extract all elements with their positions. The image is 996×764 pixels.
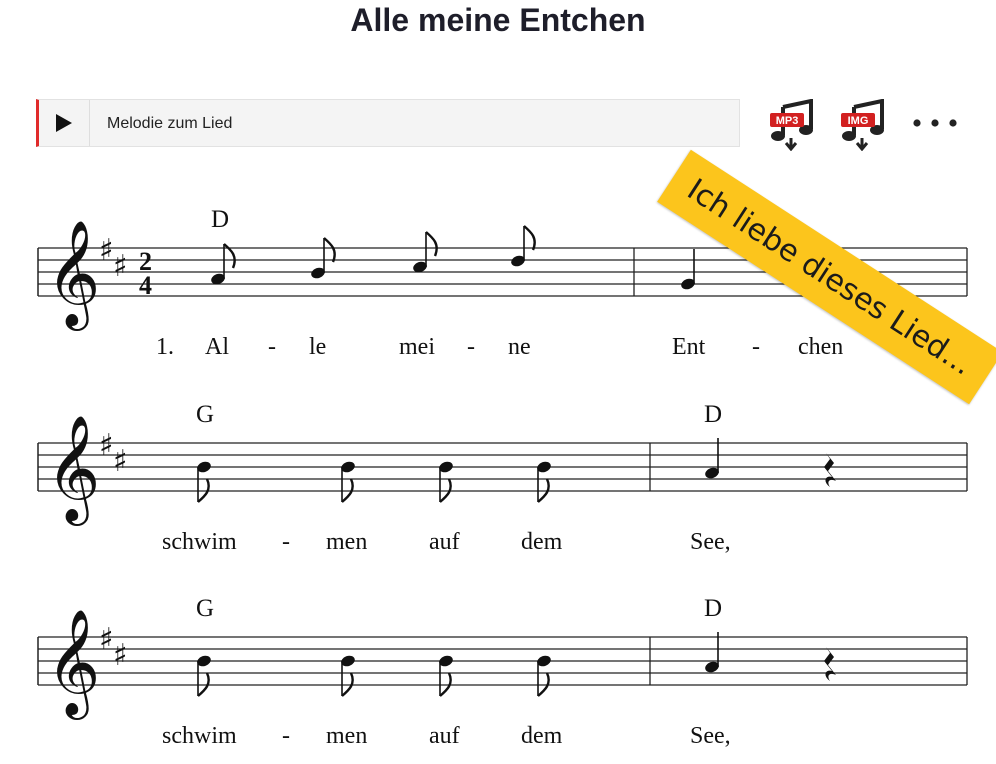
lyric-syllable: le: [309, 334, 326, 360]
lyric-syllable: 1.: [156, 334, 174, 360]
note: [705, 438, 719, 479]
lyric-syllable: ne: [508, 334, 531, 360]
mp3-download-button[interactable]: MP3: [769, 98, 815, 152]
lyric-syllable: dem: [521, 723, 563, 749]
lyric-syllable: men: [326, 723, 367, 749]
lyric-hyphen: -: [282, 723, 290, 749]
lyric-syllable: mei: [399, 334, 435, 360]
svg-text:♯: ♯: [99, 428, 114, 463]
music-note-download-icon: IMG: [841, 98, 884, 152]
more-dots-icon: [913, 119, 957, 127]
player-label: Melodie zum Lied: [107, 115, 233, 132]
lyric-syllable: men: [326, 529, 367, 555]
page-title: Alle meine Entchen: [350, 2, 646, 38]
chord-symbol: D: [704, 595, 722, 622]
staff-system-2: 𝄞 ♯ ♯ G D schwim - men auf dem See,: [37, 401, 968, 555]
quarter-rest: [824, 647, 836, 681]
note: [341, 655, 355, 697]
svg-text:♯: ♯: [113, 249, 128, 284]
lyric-syllable: Al: [205, 334, 229, 360]
note: [439, 461, 453, 503]
lyric-syllable: schwim: [162, 529, 237, 555]
lyric-hyphen: -: [268, 334, 276, 360]
lyric-syllable: See,: [690, 723, 731, 749]
staff-system-3: 𝄞 ♯ ♯ G D schwim - men auf dem See,: [37, 595, 968, 749]
lyric-syllable: auf: [429, 723, 460, 749]
lyric-syllable: auf: [429, 529, 460, 555]
note: [413, 231, 438, 273]
treble-clef: 𝄞: [46, 414, 100, 526]
svg-text:♯: ♯: [99, 622, 114, 657]
img-badge: IMG: [848, 115, 869, 127]
key-signature: ♯ ♯: [99, 428, 128, 479]
key-signature: ♯ ♯: [99, 622, 128, 673]
music-note-download-icon: MP3: [770, 98, 813, 152]
svg-text:♯: ♯: [99, 233, 114, 268]
note: [197, 461, 211, 503]
lyric-syllable: chen: [798, 334, 843, 360]
lyric-hyphen: -: [467, 334, 475, 360]
key-signature: ♯ ♯: [99, 233, 128, 284]
note: [197, 655, 211, 697]
quarter-rest: [824, 453, 836, 487]
lyric-syllable: Ent: [672, 334, 706, 360]
lyric-syllable: dem: [521, 529, 563, 555]
note: [341, 461, 355, 503]
note: [537, 461, 551, 503]
treble-clef: 𝄞: [46, 219, 100, 331]
svg-text:♯: ♯: [113, 444, 128, 479]
img-download-button[interactable]: IMG: [840, 98, 886, 152]
lyric-syllable: schwim: [162, 723, 237, 749]
note: [511, 225, 536, 267]
chord-symbol: G: [196, 401, 214, 428]
chord-symbol: D: [211, 206, 229, 233]
chord-symbol: D: [704, 401, 722, 428]
note: [311, 237, 336, 279]
play-button[interactable]: [39, 100, 90, 146]
chord-symbol: G: [196, 595, 214, 622]
audio-player: Melodie zum Lied: [36, 99, 740, 147]
more-options-button[interactable]: [910, 108, 960, 138]
note: [439, 655, 453, 697]
lyric-hyphen: -: [282, 529, 290, 555]
note: [537, 655, 551, 697]
mp3-badge: MP3: [776, 115, 799, 127]
note: [211, 243, 236, 285]
play-icon: [56, 114, 72, 132]
note: [705, 632, 719, 673]
treble-clef: 𝄞: [46, 608, 100, 720]
svg-text:♯: ♯: [113, 638, 128, 673]
time-signature-denominator: 4: [139, 271, 152, 300]
lyric-syllable: See,: [690, 529, 731, 555]
lyric-hyphen: -: [752, 334, 760, 360]
note: [681, 249, 695, 290]
